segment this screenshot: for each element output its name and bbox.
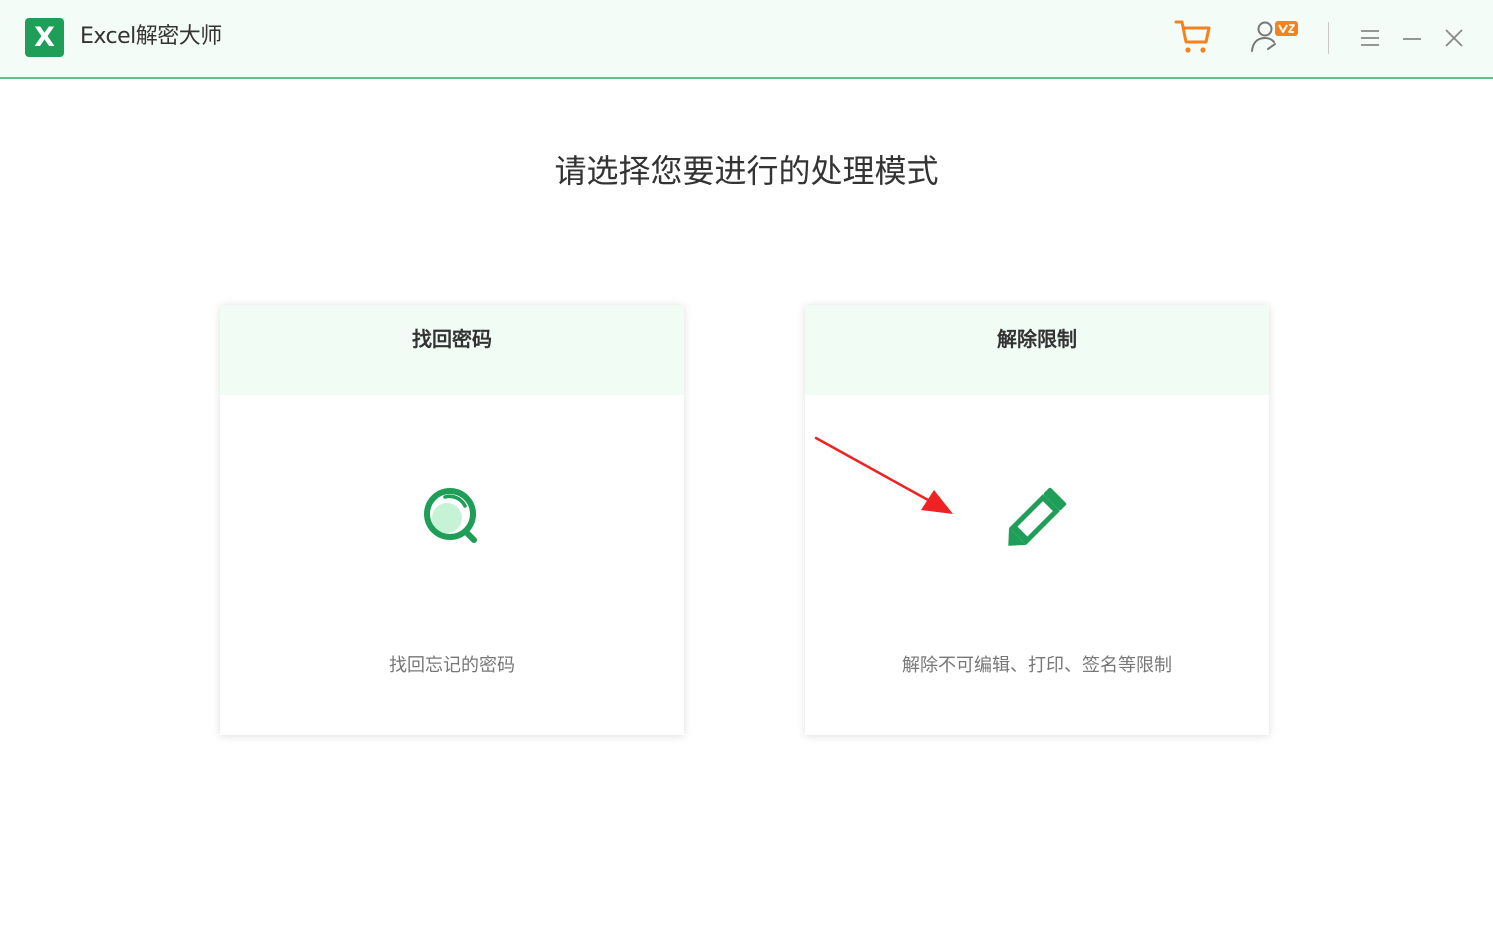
card-description: 找回忘记的密码 xyxy=(389,655,515,676)
page-heading: 请选择您要进行的处理模式 xyxy=(554,152,939,190)
minimize-icon[interactable] xyxy=(1400,26,1424,50)
card-title: 找回密码 xyxy=(412,327,492,351)
card-header: 解除限制 xyxy=(805,305,1269,395)
close-icon[interactable] xyxy=(1442,26,1466,50)
annotation-arrow-icon xyxy=(814,436,953,514)
app-title: Excel解密大师 xyxy=(80,24,222,49)
hamburger-menu-icon[interactable] xyxy=(1358,26,1382,50)
card-header: 找回密码 xyxy=(220,305,684,395)
recover-password-card[interactable]: 找回密码 找回忘记的密码 xyxy=(220,305,684,735)
user-vip-icon[interactable] xyxy=(1248,18,1300,56)
card-description: 解除不可编辑、打印、签名等限制 xyxy=(902,655,1172,676)
shopping-cart-icon[interactable] xyxy=(1173,18,1213,56)
app-logo: X xyxy=(25,18,64,57)
title-bar: X Excel解密大师 xyxy=(0,0,1493,79)
card-title: 解除限制 xyxy=(997,327,1077,351)
magnifier-search-icon xyxy=(424,488,477,543)
pencil-edit-icon xyxy=(1008,487,1067,546)
toolbar-divider xyxy=(1328,22,1329,54)
